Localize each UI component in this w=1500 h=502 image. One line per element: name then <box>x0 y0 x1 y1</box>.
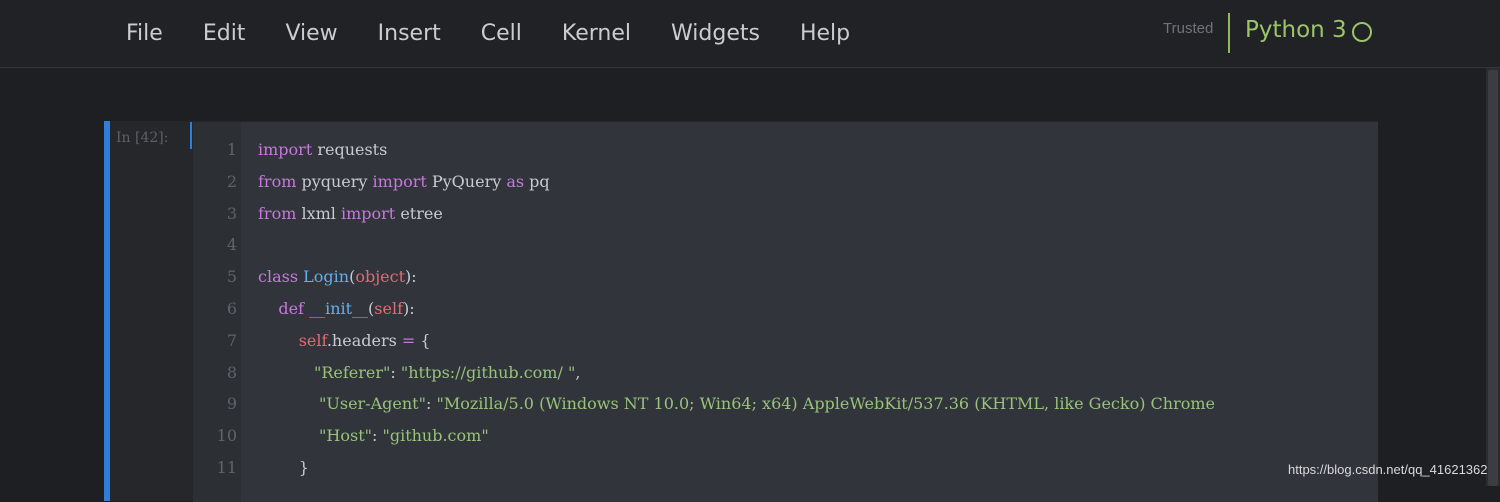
kernel-name[interactable]: Python 3 <box>1245 17 1347 43</box>
code-line[interactable]: "Referer": "https://github.com/ ", <box>258 363 1352 382</box>
code-token: __init__ <box>309 299 369 318</box>
code-token: "Referer" <box>313 362 391 382</box>
line-number: 6 <box>226 299 237 318</box>
code-line[interactable]: class Login(object): <box>258 267 1352 286</box>
input-prompt: In [42]: <box>116 130 169 146</box>
code-token: import <box>372 171 427 191</box>
line-number: 3 <box>226 203 237 223</box>
menubar: File Edit View Insert Cell Kernel Widget… <box>0 0 1500 68</box>
code-token: self <box>298 330 327 350</box>
line-number: 2 <box>226 171 237 191</box>
code-token: : <box>371 426 383 446</box>
code-token: "User-Agent" <box>319 394 426 414</box>
code-token: pyquery <box>296 171 373 191</box>
code-line[interactable]: def __init__(self): <box>258 299 1352 318</box>
code-token: "Mozilla/5.0 (Windows NT 10.0; Win64; x6… <box>436 394 1216 414</box>
code-token: as <box>506 171 525 191</box>
code-token: pq <box>524 171 550 191</box>
circle-icon <box>1352 22 1372 42</box>
code-token: : <box>425 394 437 414</box>
line-number: 5 <box>226 267 237 287</box>
line-number: 10 <box>216 426 237 446</box>
code-token: .headers <box>326 330 402 350</box>
menu-view[interactable]: View <box>265 0 357 67</box>
code-token: from <box>258 203 297 223</box>
code-line[interactable]: from lxml import etree <box>258 204 1352 223</box>
code-token: ): <box>405 267 417 287</box>
code-token: PyQuery <box>426 171 507 191</box>
code-token: ): <box>403 299 415 318</box>
code-token: "Host" <box>319 426 372 446</box>
code-token: : <box>390 362 401 382</box>
code-token: "github.com" <box>382 426 489 446</box>
menu-help[interactable]: Help <box>780 0 870 67</box>
code-token: import <box>340 203 396 223</box>
code-token: etree <box>395 203 443 223</box>
code-token: def <box>278 299 304 318</box>
code-token: from <box>258 171 297 191</box>
menu-cell[interactable]: Cell <box>461 0 542 67</box>
line-number: 11 <box>216 458 237 477</box>
line-number: 4 <box>226 235 237 255</box>
line-number: 7 <box>226 330 237 350</box>
line-number: 9 <box>226 394 237 414</box>
code-token: Login <box>303 267 350 287</box>
code-token: import <box>258 140 313 159</box>
code-line[interactable]: "Host": "github.com" <box>258 426 1352 445</box>
scrollbar-thumb[interactable] <box>1488 70 1498 486</box>
code-line[interactable]: "User-Agent": "Mozilla/5.0 (Windows NT 1… <box>258 394 1352 413</box>
menu-file[interactable]: File <box>106 0 183 67</box>
code-token: class <box>258 267 299 287</box>
code-token: = <box>401 330 416 350</box>
menu-widgets[interactable]: Widgets <box>651 0 780 67</box>
kernel-divider <box>1228 13 1230 53</box>
code-line[interactable]: import requests <box>258 140 1352 159</box>
trusted-badge[interactable]: Trusted <box>1163 20 1213 37</box>
code-token: object <box>355 267 406 287</box>
watermark: https://blog.csdn.net/qq_41621362 <box>1288 462 1488 477</box>
code-token: { <box>415 330 431 350</box>
code-token: requests <box>312 140 388 159</box>
menu-edit[interactable]: Edit <box>183 0 266 67</box>
code-token: self <box>374 299 404 318</box>
code-line[interactable]: from pyquery import PyQuery as pq <box>258 172 1352 191</box>
menu-insert[interactable]: Insert <box>358 0 461 67</box>
line-number: 8 <box>226 362 237 382</box>
menu-items: File Edit View Insert Cell Kernel Widget… <box>106 0 870 67</box>
code-token: lxml <box>296 203 341 223</box>
code-token: } <box>258 458 309 477</box>
cell-selection-indicator <box>104 121 110 501</box>
code-token: "https://github.com/ " <box>400 362 576 382</box>
code-line[interactable]: self.headers = { <box>258 331 1352 350</box>
menu-kernel[interactable]: Kernel <box>542 0 651 67</box>
code-token: , <box>575 362 581 382</box>
line-number: 1 <box>226 140 237 159</box>
code-line[interactable]: } <box>258 458 1352 477</box>
cursor-bar <box>190 122 192 149</box>
